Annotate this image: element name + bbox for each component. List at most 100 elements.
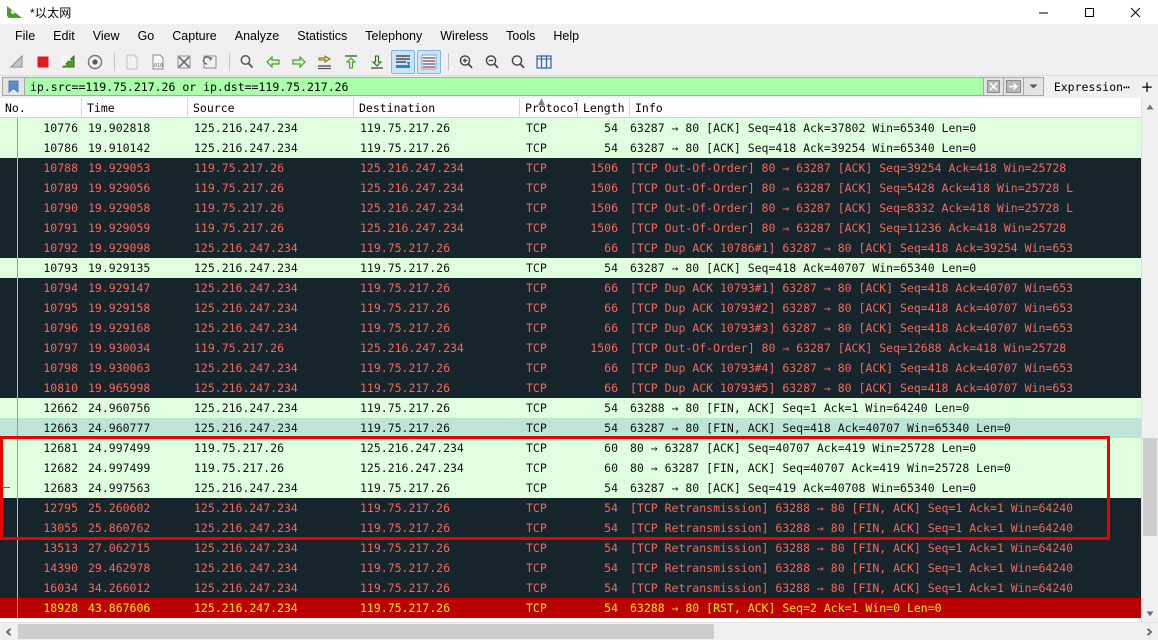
table-row[interactable]: 10791 19.929059 119.75.217.26 125.216.247.2…: [0, 218, 1141, 238]
menu-telephony[interactable]: Telephony: [356, 26, 431, 46]
go-forward-icon[interactable]: [287, 50, 311, 74]
column-header-source[interactable]: Source: [188, 98, 354, 117]
column-header-destination[interactable]: Destination: [354, 98, 520, 117]
stop-capture-icon[interactable]: [31, 50, 55, 74]
vertical-scroll-track[interactable]: [1142, 115, 1158, 605]
horizontal-scrollbar[interactable]: [0, 622, 1158, 640]
zoom-reset-icon[interactable]: [506, 50, 530, 74]
filter-expression-button[interactable]: Expression⋯: [1044, 77, 1138, 96]
row-gutter: [0, 118, 18, 138]
horizontal-scroll-thumb[interactable]: [18, 624, 714, 639]
maximize-button[interactable]: [1066, 0, 1112, 24]
column-header-time[interactable]: Time: [82, 98, 188, 117]
reload-file-icon[interactable]: [198, 50, 222, 74]
horizontal-scroll-track[interactable]: [18, 623, 1140, 640]
table-row[interactable]: 12682 24.997499 119.75.217.26 125.216.247.2…: [0, 458, 1141, 478]
packet-rows[interactable]: 10776 19.902818 125.216.247.234 119.75.217.…: [0, 118, 1141, 622]
scroll-down-arrow-icon[interactable]: [1142, 605, 1158, 622]
auto-scroll-icon[interactable]: [391, 49, 415, 74]
table-row[interactable]: 10786 19.910142 125.216.247.234 119.75.217.…: [0, 138, 1141, 158]
cell-length: 1506: [590, 161, 618, 175]
go-first-packet-icon[interactable]: [339, 50, 363, 74]
vertical-scrollbar[interactable]: [1141, 98, 1158, 622]
zoom-out-icon[interactable]: [480, 50, 504, 74]
column-header-length[interactable]: Length: [578, 98, 630, 117]
open-file-icon[interactable]: [120, 50, 144, 74]
capture-options-icon[interactable]: [83, 50, 107, 74]
table-row[interactable]: 12795 25.260602 125.216.247.234 119.75.217.…: [0, 498, 1141, 518]
filter-bookmark-icon[interactable]: [2, 77, 24, 96]
go-last-packet-icon[interactable]: [365, 50, 389, 74]
table-row[interactable]: 12662 24.960756 125.216.247.234 119.75.217.…: [0, 398, 1141, 418]
table-row[interactable]: 10793 19.929135 125.216.247.234 119.75.217.…: [0, 258, 1141, 278]
table-row[interactable]: 13055 25.860762 125.216.247.234 119.75.217.…: [0, 518, 1141, 538]
colorize-packets-icon[interactable]: [417, 49, 441, 74]
minimize-button[interactable]: [1020, 0, 1066, 24]
scroll-right-arrow-icon[interactable]: [1140, 623, 1158, 640]
filter-clear-button[interactable]: [983, 77, 1004, 96]
scroll-up-arrow-icon[interactable]: [1142, 98, 1158, 115]
menu-wireless[interactable]: Wireless: [431, 26, 497, 46]
cell-info: [TCP Out-Of-Order] 80 → 63287 [ACK] Seq=…: [630, 161, 1067, 175]
main-toolbar: 010: [0, 48, 1158, 76]
cell-protocol: TCP: [526, 121, 547, 135]
cell-no: 10776: [43, 121, 78, 135]
go-back-icon[interactable]: [261, 50, 285, 74]
cell-source: 125.216.247.234: [194, 381, 298, 395]
table-row[interactable]: 10796 19.929168 125.216.247.234 119.75.217.…: [0, 318, 1141, 338]
go-to-packet-icon[interactable]: [313, 50, 337, 74]
scroll-left-arrow-icon[interactable]: [0, 623, 18, 640]
cell-protocol: TCP: [526, 501, 547, 515]
table-row[interactable]: 12663 24.960777 125.216.247.234 119.75.217.…: [0, 418, 1141, 438]
column-header-no[interactable]: No.: [0, 98, 82, 117]
cell-time: 19.929147: [88, 281, 151, 295]
table-row[interactable]: 10788 19.929053 119.75.217.26 125.216.247.2…: [0, 158, 1141, 178]
table-row[interactable]: 10797 19.930034 119.75.217.26 125.216.247.2…: [0, 338, 1141, 358]
filter-apply-button[interactable]: [1003, 77, 1024, 96]
filter-history-dropdown[interactable]: [1023, 77, 1044, 96]
table-row[interactable]: 10798 19.930063 125.216.247.234 119.75.217.…: [0, 358, 1141, 378]
menu-help[interactable]: Help: [544, 26, 588, 46]
menu-view[interactable]: View: [84, 26, 129, 46]
table-row[interactable]: 10790 19.929058 119.75.217.26 125.216.247.2…: [0, 198, 1141, 218]
table-row[interactable]: 12683 24.997563 125.216.247.234 119.75.217.…: [0, 478, 1141, 498]
table-row[interactable]: 10776 19.902818 125.216.247.234 119.75.217.…: [0, 118, 1141, 138]
table-row[interactable]: 10789 19.929056 119.75.217.26 125.216.247.2…: [0, 178, 1141, 198]
table-row[interactable]: 13513 27.062715 125.216.247.234 119.75.217.…: [0, 538, 1141, 558]
table-row[interactable]: 10794 19.929147 125.216.247.234 119.75.217.…: [0, 278, 1141, 298]
cell-time: 19.930034: [88, 341, 151, 355]
column-header-protocol[interactable]: ▲ Protocol: [520, 98, 578, 117]
start-capture-icon[interactable]: [5, 50, 29, 74]
close-button[interactable]: [1112, 0, 1158, 24]
restart-capture-icon[interactable]: [57, 50, 81, 74]
table-row[interactable]: 14390 29.462978 125.216.247.234 119.75.217.…: [0, 558, 1141, 578]
menu-analyze[interactable]: Analyze: [226, 26, 288, 46]
table-row[interactable]: 10810 19.965998 125.216.247.234 119.75.217.…: [0, 378, 1141, 398]
cell-time: 19.929058: [88, 201, 151, 215]
table-row[interactable]: 10795 19.929158 125.216.247.234 119.75.217.…: [0, 298, 1141, 318]
cell-source: 125.216.247.234: [194, 521, 298, 535]
cell-no: 10790: [43, 201, 78, 215]
menu-tools[interactable]: Tools: [497, 26, 544, 46]
table-row[interactable]: 18928 43.867606 125.216.247.234 119.75.217.…: [0, 598, 1141, 618]
cell-source: 125.216.247.234: [194, 361, 298, 375]
column-header-info[interactable]: Info: [630, 98, 1141, 117]
cell-info: 63287 → 80 [ACK] Seq=418 Ack=39254 Win=6…: [630, 141, 977, 155]
table-row[interactable]: 10792 19.929098 125.216.247.234 119.75.217.…: [0, 238, 1141, 258]
close-file-icon[interactable]: [172, 50, 196, 74]
table-row[interactable]: 16034 34.266012 125.216.247.234 119.75.217.…: [0, 578, 1141, 598]
menu-edit[interactable]: Edit: [44, 26, 84, 46]
menu-go[interactable]: Go: [129, 26, 164, 46]
display-filter-input[interactable]: ip.src==119.75.217.26 or ip.dst==119.75.…: [24, 77, 984, 96]
save-file-icon[interactable]: 010: [146, 50, 170, 74]
menu-file[interactable]: File: [6, 26, 44, 46]
cell-source: 125.216.247.234: [194, 401, 298, 415]
table-row[interactable]: 12681 24.997499 119.75.217.26 125.216.247.2…: [0, 438, 1141, 458]
find-packet-icon[interactable]: [235, 50, 259, 74]
zoom-in-icon[interactable]: [454, 50, 478, 74]
add-filter-button[interactable]: +: [1138, 77, 1156, 96]
menu-capture[interactable]: Capture: [163, 26, 225, 46]
resize-columns-icon[interactable]: [532, 50, 556, 74]
menu-statistics[interactable]: Statistics: [288, 26, 356, 46]
vertical-scroll-thumb[interactable]: [1143, 438, 1157, 537]
